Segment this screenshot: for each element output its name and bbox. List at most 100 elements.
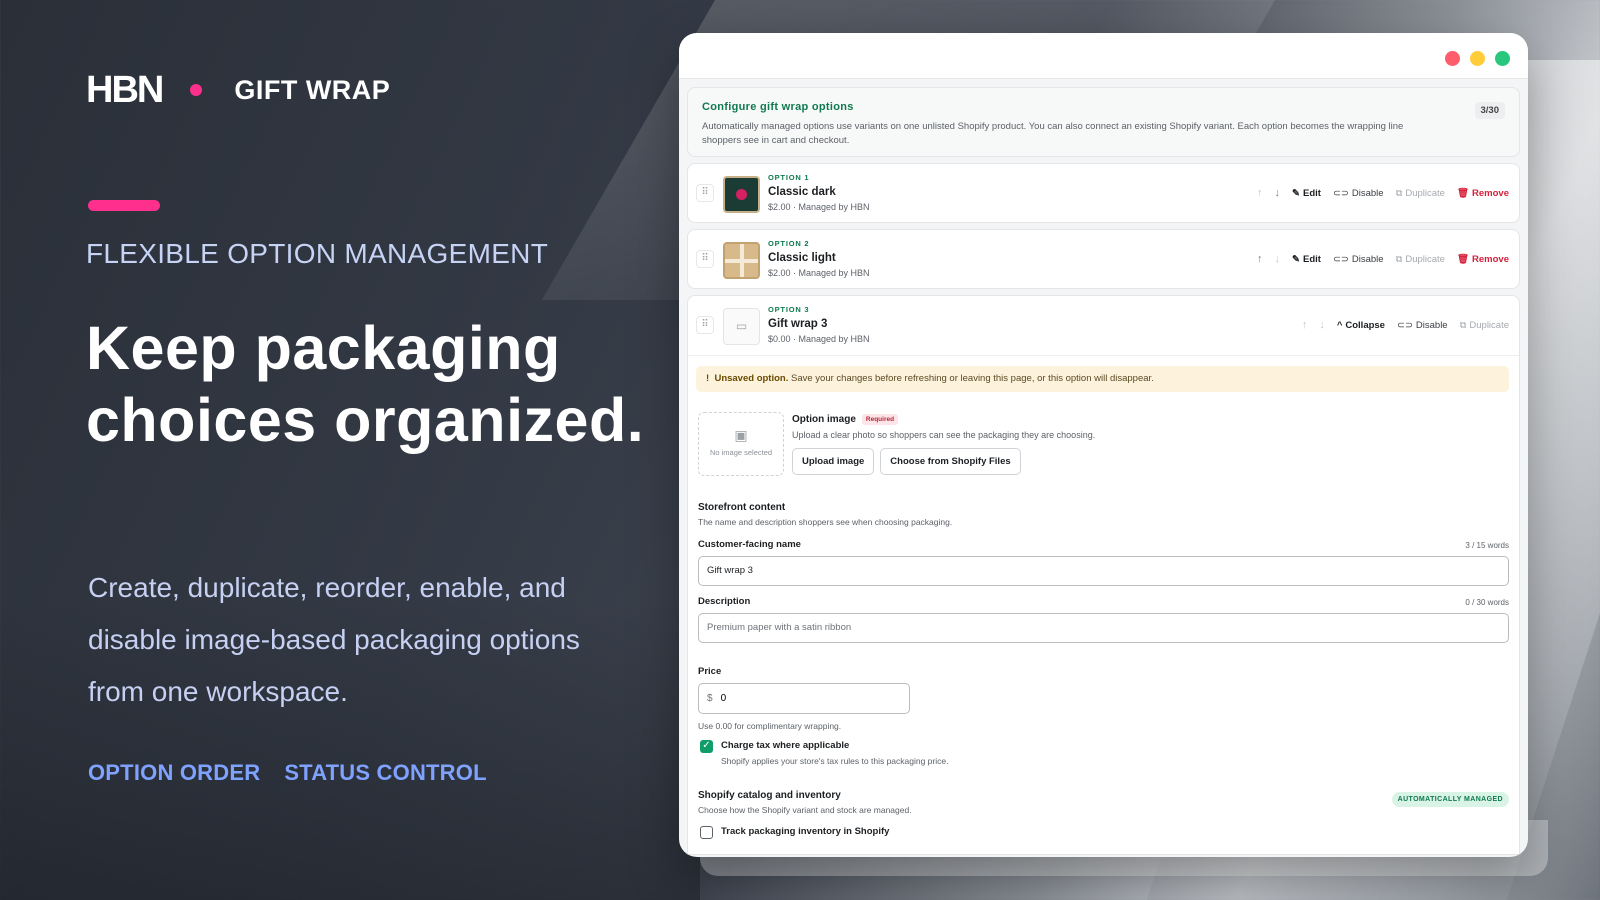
option-actions: ↑ ↓ ✎ Edit ⊂⊃ Disable ⧉ Duplicate 🗑 Remove bbox=[1257, 187, 1509, 199]
maximize-window-button[interactable] bbox=[1495, 51, 1510, 66]
collapse-label: Collapse bbox=[1345, 319, 1385, 331]
titlebar bbox=[679, 33, 1528, 79]
toggle-icon: ⊂⊃ bbox=[1396, 319, 1413, 331]
pencil-icon: ✎ bbox=[1292, 187, 1300, 199]
tax-help: Shopify applies your store's tax rules t… bbox=[721, 756, 949, 766]
edit-button[interactable]: ✎ Edit bbox=[1292, 188, 1321, 199]
brand-header: HBN GIFT WRAP bbox=[86, 71, 646, 109]
toggle-icon: ⊂⊃ bbox=[1332, 253, 1349, 265]
image-dropzone[interactable]: ▣ No image selected bbox=[698, 412, 784, 476]
image-section: Option image Required Upload a clear pho… bbox=[792, 414, 1095, 475]
image-title-text: Option image bbox=[792, 414, 856, 425]
drag-handle-icon[interactable]: ⠿ bbox=[696, 316, 714, 334]
option-label: OPTION 1 bbox=[768, 173, 810, 182]
chevron-up-icon: ^ bbox=[1336, 319, 1343, 331]
option-row: ⠿ OPTION 1 Classic dark $2.00 · Managed … bbox=[687, 163, 1520, 223]
image-title: Option image Required bbox=[792, 414, 1095, 425]
product-name: GIFT WRAP bbox=[234, 74, 391, 105]
remove-button[interactable]: 🗑 Remove bbox=[1457, 188, 1509, 199]
no-image-text: No image selected bbox=[709, 448, 773, 457]
option-info: OPTION 1 Classic dark $2.00 · Managed by… bbox=[768, 173, 870, 212]
copy-icon: ⧉ bbox=[1395, 253, 1403, 265]
option-label: OPTION 2 bbox=[768, 239, 810, 248]
pencil-icon: ✎ bbox=[1292, 253, 1300, 265]
option-meta: $2.00 · Managed by HBN bbox=[768, 202, 870, 212]
main-content: Configure gift wrap options Automaticall… bbox=[679, 79, 1528, 855]
subheadline: Create, duplicate, reorder, enable, and … bbox=[88, 572, 580, 707]
collapse-button[interactable]: ^ Collapse bbox=[1337, 320, 1385, 331]
hero-panel: HBN GIFT WRAP FLEXIBLE OPTION MANAGEMENT… bbox=[86, 71, 646, 785]
duplicate-button[interactable]: ⧉ Duplicate bbox=[1460, 320, 1509, 331]
inventory-checkbox[interactable] bbox=[700, 826, 713, 839]
edit-button[interactable]: ✎ Edit bbox=[1292, 254, 1321, 265]
option-meta: $2.00 · Managed by HBN bbox=[768, 268, 870, 278]
image-buttons: Upload image Choose from Shopify Files bbox=[792, 448, 1095, 475]
catalog-section: Shopify catalog and inventory Choose how… bbox=[698, 790, 912, 815]
option-name: Gift wrap 3 bbox=[768, 318, 828, 330]
move-down-icon[interactable]: ↓ bbox=[1319, 319, 1325, 331]
accent-bar bbox=[88, 200, 160, 211]
move-up-icon[interactable]: ↑ bbox=[1257, 187, 1263, 199]
name-field-label: Customer-facing name bbox=[698, 539, 801, 550]
toggle-icon: ⊂⊃ bbox=[1332, 187, 1349, 199]
disable-button[interactable]: ⊂⊃ Disable bbox=[1333, 188, 1384, 199]
upload-image-button[interactable]: Upload image bbox=[792, 448, 875, 475]
price-field-label: Price bbox=[698, 666, 722, 677]
brand-dot bbox=[190, 84, 203, 96]
option-info: OPTION 3 Gift wrap 3 $0.00 · Managed by … bbox=[768, 305, 870, 344]
duplicate-button[interactable]: ⧉ Duplicate bbox=[1396, 188, 1445, 199]
feature-tag: OPTION ORDER bbox=[88, 760, 261, 785]
image-help: Upload a clear photo so shoppers can see… bbox=[792, 430, 1096, 440]
price-value: 0 bbox=[720, 693, 727, 704]
option-meta: $0.00 · Managed by HBN bbox=[768, 334, 870, 344]
option-thumbnail bbox=[723, 242, 760, 279]
disable-button[interactable]: ⊂⊃ Disable bbox=[1397, 320, 1448, 331]
move-down-icon[interactable]: ↓ bbox=[1275, 253, 1281, 265]
duplicate-label: Duplicate bbox=[1405, 187, 1445, 199]
tax-label: Charge tax where applicable bbox=[721, 740, 850, 751]
storefront-section: Storefront content The name and descript… bbox=[698, 502, 952, 527]
customer-name-input[interactable]: Gift wrap 3 bbox=[698, 556, 1509, 586]
description-input[interactable]: Premium paper with a satin ribbon bbox=[698, 613, 1509, 643]
option-label: OPTION 3 bbox=[768, 305, 810, 314]
duplicate-button[interactable]: ⧉ Duplicate bbox=[1396, 254, 1445, 265]
choose-shopify-files-button[interactable]: Choose from Shopify Files bbox=[880, 448, 1021, 475]
app-window: Configure gift wrap options Automaticall… bbox=[679, 33, 1528, 857]
trash-icon: 🗑 bbox=[1456, 187, 1470, 199]
price-input[interactable]: $0 bbox=[698, 683, 910, 714]
move-up-icon[interactable]: ↑ bbox=[1257, 253, 1263, 265]
window-controls bbox=[1445, 51, 1510, 66]
disable-label: Disable bbox=[1415, 319, 1448, 331]
option-actions: ↑ ↓ ✎ Edit ⊂⊃ Disable ⧉ Duplicate 🗑 Remove bbox=[1257, 253, 1509, 265]
option-editor: ⠿ ▭ OPTION 3 Gift wrap 3 $0.00 · Managed… bbox=[687, 295, 1520, 855]
disable-button[interactable]: ⊂⊃ Disable bbox=[1333, 254, 1384, 265]
description-word-count: 0 / 30 words bbox=[1465, 598, 1509, 607]
required-badge: Required bbox=[861, 414, 899, 425]
duplicate-label: Duplicate bbox=[1405, 253, 1445, 265]
warning-text: Save your changes before refreshing or l… bbox=[788, 373, 1154, 384]
config-description: Automatically managed options use varian… bbox=[702, 121, 1404, 146]
name-word-count: 3 / 15 words bbox=[1465, 541, 1509, 550]
headline: Keep packaging choices organized. bbox=[86, 314, 645, 454]
tax-checkbox-row: ✓ Charge tax where applicable Shopify ap… bbox=[700, 740, 948, 766]
drag-handle-icon[interactable]: ⠿ bbox=[696, 184, 714, 202]
trash-icon: 🗑 bbox=[1456, 253, 1470, 265]
remove-button[interactable]: 🗑 Remove bbox=[1457, 254, 1509, 265]
move-down-icon[interactable]: ↓ bbox=[1275, 187, 1281, 199]
image-placeholder-icon: ▭ bbox=[723, 308, 760, 345]
option-thumbnail bbox=[723, 176, 760, 213]
duplicate-label: Duplicate bbox=[1469, 319, 1509, 331]
option-name: Classic light bbox=[768, 252, 836, 264]
drag-handle-icon[interactable]: ⠿ bbox=[696, 250, 714, 268]
config-title: Configure gift wrap options bbox=[702, 101, 854, 113]
close-window-button[interactable] bbox=[1445, 51, 1460, 66]
remove-label: Remove bbox=[1472, 187, 1509, 199]
minimize-window-button[interactable] bbox=[1470, 51, 1485, 66]
option-count-badge: 3/30 bbox=[1474, 102, 1505, 119]
auto-managed-badge: AUTOMATICALLY MANAGED bbox=[1391, 792, 1509, 807]
warning-title: Unsaved option. bbox=[714, 373, 789, 384]
move-up-icon[interactable]: ↑ bbox=[1302, 319, 1308, 331]
option-row: ⠿ ▭ OPTION 3 Gift wrap 3 $0.00 · Managed… bbox=[688, 296, 1519, 356]
tax-checkbox[interactable]: ✓ bbox=[700, 740, 713, 753]
catalog-help: Choose how the Shopify variant and stock… bbox=[698, 805, 912, 815]
